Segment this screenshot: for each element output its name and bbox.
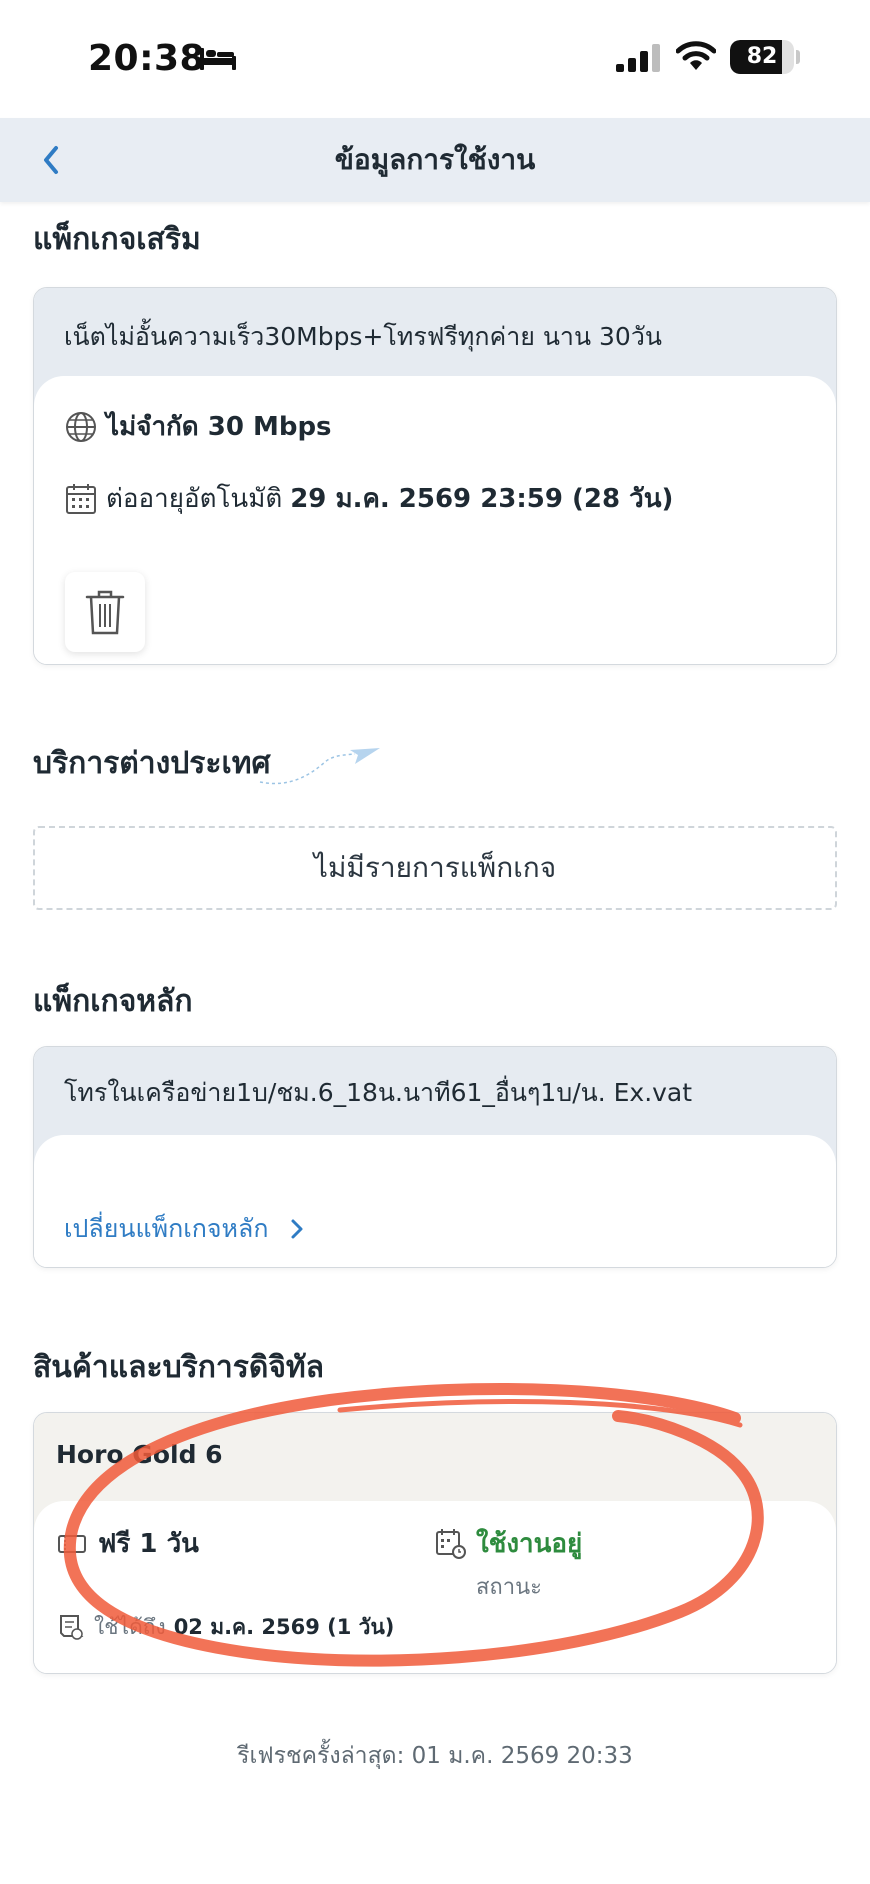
status-value: ใช้งานอยู่ [476,1529,583,1559]
status-bar: 20:38 82 [0,0,870,118]
last-refresh-text: รีเฟรชครั้งล่าสุด: 01 ม.ค. 2569 20:33 [237,1743,633,1769]
page-title: ข้อมูลการใช้งาน [334,143,536,176]
main-card-body: เปลี่ยนแพ็กเกจหลัก [34,1135,836,1267]
addon-package-card: เน็ตไม่อั้นความเร็ว30Mbps+โทรฟรีทุกค่าย … [33,287,837,665]
wifi-icon [676,41,716,70]
back-chevron-icon[interactable] [28,136,76,184]
addon-card-body: ไม่จำกัด 30 Mbps ต่ออายุอัตโนมัติ 29 ม.ค… [34,376,836,664]
price-row: ฟรี 1 วัน [56,1523,199,1564]
renew-row: ต่ออายุอัตโนมัติ 29 ม.ค. 2569 23:59 (28 … [64,478,673,519]
bed-icon [200,48,236,70]
battery-indicator: 82 [730,40,794,74]
globe-icon [66,411,96,442]
digital-product-card[interactable]: Horo Gold 6 ฟรี 1 วัน ใช้งานอยู่ สถานะ ใ… [33,1412,837,1674]
delete-package-button[interactable] [65,572,145,652]
addon-section-title: แพ็กเกจเสริม [33,222,201,257]
valid-row: ใช้ได้ถึง 02 ม.ค. 2569 (1 วัน) [56,1611,394,1644]
calendar-clock-icon [436,1528,466,1559]
battery-cap [796,50,800,64]
ticket-icon [58,1534,86,1553]
change-main-package-link[interactable]: เปลี่ยนแพ็กเกจหลัก [64,1209,312,1249]
digital-section-title: สินค้าและบริการดิจิทัล [33,1350,325,1385]
roaming-empty-state: ไม่มีรายการแพ็กเกจ [33,826,837,910]
paper-plane-icon [259,748,380,785]
status-row: ใช้งานอยู่ [434,1523,582,1564]
status-time: 20:38 [88,38,206,79]
renew-date: 29 ม.ค. 2569 23:59 (28 วัน) [290,484,674,514]
price-value: ฟรี 1 วัน [98,1529,199,1559]
valid-label: ใช้ได้ถึง [94,1615,166,1639]
roaming-section-title: บริการต่างประเทศ [33,746,271,781]
battery-percent: 82 [746,44,778,69]
renew-label: ต่ออายุอัตโนมัติ [106,484,283,514]
main-package-card: โทรในเครือข่าย1บ/ชม.6_18น.นาที61_อื่นๆ1บ… [33,1046,837,1268]
speed-row: ไม่จำกัด 30 Mbps [64,406,332,447]
chevron-right-icon [291,1219,303,1239]
trash-icon [85,590,125,635]
status-label: สถานะ [476,1575,542,1600]
nav-bar: ข้อมูลการใช้งาน [0,118,870,202]
valid-date: 02 ม.ค. 2569 (1 วัน) [173,1615,395,1639]
calendar-icon [66,483,96,514]
digital-card-body: ฟรี 1 วัน ใช้งานอยู่ สถานะ ใช้ได้ถึง 02 [34,1501,836,1673]
main-package-section-title: แพ็กเกจหลัก [33,984,193,1019]
receipt-icon [60,1614,84,1640]
speed-value: ไม่จำกัด 30 Mbps [106,412,332,442]
signal-icon [616,44,660,72]
change-main-package-label: เปลี่ยนแพ็กเกจหลัก [64,1214,269,1243]
